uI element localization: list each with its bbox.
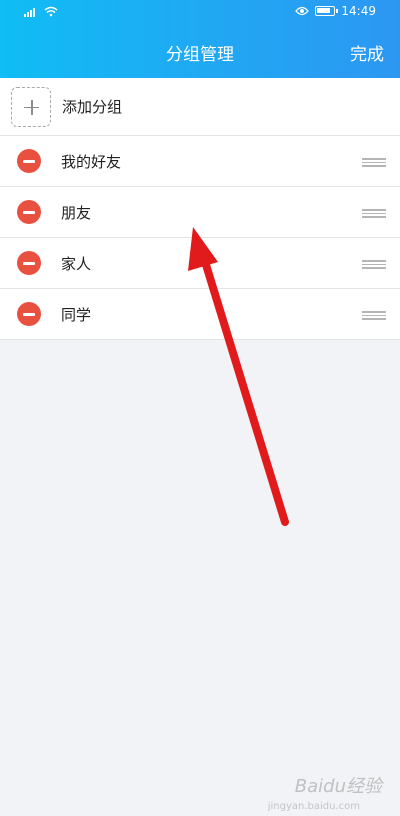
- plus-icon[interactable]: [11, 86, 51, 127]
- done-button[interactable]: 完成: [350, 40, 384, 65]
- group-label: 家人: [61, 254, 92, 273]
- add-group-label: 添加分组: [62, 98, 123, 116]
- group-label: 我的好友: [61, 152, 122, 171]
- status-time: 14:49: [341, 4, 376, 18]
- status-left: [24, 6, 58, 17]
- status-bar: 14:49: [0, 0, 400, 26]
- add-group-row[interactable]: 添加分组: [0, 78, 400, 136]
- group-row: 朋友: [0, 187, 400, 238]
- eye-icon: [295, 6, 310, 16]
- drag-handle-icon[interactable]: [362, 311, 386, 320]
- delete-icon[interactable]: [17, 251, 41, 275]
- group-label: 朋友: [61, 203, 92, 222]
- status-right: 14:49: [295, 4, 376, 18]
- watermark-url: jingyan.baidu.com: [267, 801, 360, 812]
- delete-icon[interactable]: [17, 149, 41, 173]
- group-label: 同学: [61, 305, 92, 324]
- drag-handle-icon[interactable]: [362, 260, 386, 269]
- group-row: 家人: [0, 238, 400, 289]
- group-list: 添加分组 我的好友 朋友 家人 同学: [0, 78, 400, 340]
- drag-handle-icon[interactable]: [362, 209, 386, 218]
- drag-handle-icon[interactable]: [362, 158, 386, 167]
- watermark-logo: Baidu经验: [294, 776, 382, 797]
- battery-icon: [315, 6, 339, 16]
- group-row: 同学: [0, 289, 400, 340]
- group-row: 我的好友: [0, 136, 400, 187]
- header-bar: 14:49 分组管理 完成: [0, 0, 400, 78]
- delete-icon[interactable]: [17, 302, 41, 326]
- wifi-icon: [44, 6, 58, 17]
- signal-icon: [24, 7, 35, 17]
- delete-icon[interactable]: [17, 200, 41, 224]
- page-title: 分组管理: [166, 45, 234, 65]
